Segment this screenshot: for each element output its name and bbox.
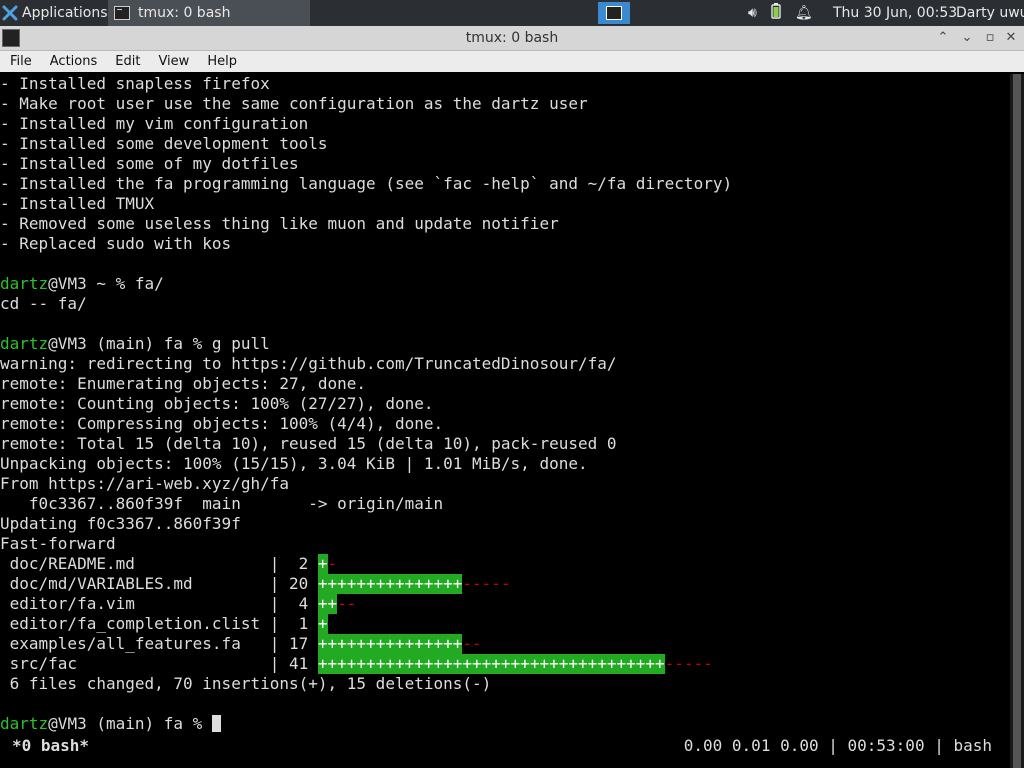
diffstat-deletions: -	[327, 554, 338, 573]
prompt-user: dartz	[0, 714, 49, 733]
prompt-command: @VM3 ~ % fa/	[48, 274, 164, 293]
diffstat-deletions: -----	[462, 574, 511, 593]
output-line: - Installed some development tools	[0, 134, 328, 153]
output-line: - Installed snapless firefox	[0, 74, 270, 93]
taskbar-item-label: tmux: 0 bash	[138, 5, 231, 21]
diffstat-count: | 2	[269, 554, 318, 573]
menu-actions[interactable]: Actions	[40, 54, 106, 69]
prompt-line: dartz@VM3 ~ % fa/	[0, 274, 1010, 294]
diffstat-count: | 41	[269, 654, 318, 673]
diffstat-deletions: --	[337, 594, 357, 613]
user-menu[interactable]: Darty uwu	[956, 0, 1024, 26]
diffstat-insertions: ++	[317, 594, 338, 614]
output-line: - Replaced sudo with kos	[0, 234, 232, 253]
battery-icon[interactable]	[771, 3, 781, 23]
output-line: Unpacking objects: 100% (15/15), 3.04 Ki…	[0, 454, 588, 473]
menu-help[interactable]: Help	[197, 54, 245, 69]
output-line: From https://ari-web.xyz/gh/fa	[0, 474, 289, 493]
output-line: - Removed some useless thing like muon a…	[0, 214, 559, 233]
terminal-icon	[114, 6, 130, 20]
close-button[interactable]: ✕	[1000, 26, 1022, 50]
diffstat-row: editor/fa.vim | 4 ++ --	[0, 594, 1010, 614]
prompt-user: dartz	[0, 274, 49, 293]
clock[interactable]: Thu 30 Jun, 00:53	[833, 0, 957, 26]
output-line: Fast-forward	[0, 534, 116, 553]
diffstat-count: | 20	[269, 574, 318, 593]
diffstat-deletions: --	[462, 634, 482, 653]
diffstat-deletions: -----	[664, 654, 713, 673]
volume-icon[interactable]: 🔊︎	[748, 5, 757, 21]
output-line: f0c3367..860f39f main -> origin/main	[0, 494, 444, 513]
diffstat-row: editor/fa_completion.clist | 1 +	[0, 614, 1010, 634]
diffstat-count: | 1	[269, 614, 318, 633]
output-line: remote: Compressing objects: 100% (4/4),…	[0, 414, 444, 433]
output-line: cd -- fa/	[0, 294, 87, 313]
workspace-switcher[interactable]	[598, 2, 630, 24]
system-tray: 🔊︎ 🔔︎	[748, 0, 827, 26]
diffstat-count: | 17	[269, 634, 318, 653]
prompt-command: @VM3 (main) fa % g pull	[48, 334, 270, 353]
prompt-line: dartz@VM3 (main) fa % g pull	[0, 334, 1010, 354]
tmux-status-right: 0.00 0.01 0.00 | 00:53:00 | bash	[683, 736, 992, 755]
diffstat-summary: 6 files changed, 70 insertions(+), 15 de…	[0, 674, 492, 693]
output-line: - Make root user use the same configurat…	[0, 94, 588, 113]
prompt-user: dartz	[0, 334, 49, 353]
window-title: tmux: 0 bash	[465, 30, 559, 46]
scrollbar-thumb[interactable]	[1013, 74, 1021, 768]
output-line: - Installed TMUX	[0, 194, 155, 213]
output-line: Updating f0c3367..860f39f	[0, 514, 241, 533]
taskbar-item-tmux[interactable]: tmux: 0 bash	[108, 0, 310, 26]
output-line: - Installed some of my dotfiles	[0, 154, 299, 173]
diffstat-insertions: +	[317, 614, 328, 634]
output-line: - Installed my vim configuration	[0, 114, 309, 133]
diffstat-insertions: +++++++++++++++	[317, 574, 463, 594]
menu-view[interactable]: View	[148, 54, 197, 69]
diffstat-file: doc/README.md	[0, 554, 270, 573]
diffstat-file: editor/fa_completion.clist	[0, 614, 270, 633]
diffstat-insertions: +	[317, 554, 328, 574]
menu-file[interactable]: File	[0, 54, 40, 69]
terminal-output[interactable]: - Installed snapless firefox - Make root…	[0, 74, 1010, 768]
window-titlebar[interactable]: tmux: 0 bash ⌃ ⌄ ▫ ✕	[0, 26, 1024, 51]
applications-label: Applications	[22, 5, 108, 21]
diffstat-file: editor/fa.vim	[0, 594, 270, 613]
diffstat-row: doc/README.md | 2 + -	[0, 554, 1010, 574]
shade-button[interactable]: ⌃	[932, 26, 954, 50]
tmux-window-tab[interactable]: *0 bash*	[12, 736, 89, 755]
diffstat-file: doc/md/VARIABLES.md	[0, 574, 270, 593]
output-line: warning: redirecting to https://github.c…	[0, 354, 617, 373]
terminal-icon	[606, 6, 622, 20]
top-panel: Applications tmux: 0 bash 🔊︎ 🔔︎ Thu 30 J…	[0, 0, 1024, 26]
minimize-button[interactable]: ⌄	[956, 26, 978, 50]
xfce-logo-icon	[2, 5, 18, 21]
diffstat-insertions: ++++++++++++++++++++++++++++++++++++	[317, 654, 665, 674]
diffstat-file: src/fac	[0, 654, 270, 673]
diffstat-row: doc/md/VARIABLES.md | 20 +++++++++++++++…	[0, 574, 1010, 594]
prompt-command: @VM3 (main) fa %	[48, 714, 212, 733]
applications-menu[interactable]: Applications	[0, 0, 108, 26]
diffstat-count: | 4	[269, 594, 318, 613]
notification-bell-icon[interactable]: 🔔︎	[795, 5, 813, 21]
menubar: File Actions Edit View Help	[0, 51, 1024, 72]
text-cursor	[211, 715, 221, 732]
tmux-status-bar: *0 bash* 0.00 0.01 0.00 | 00:53:00 | bas…	[0, 734, 1010, 756]
menu-edit[interactable]: Edit	[105, 54, 148, 69]
diffstat-row: src/fac | 41 +++++++++++++++++++++++++++…	[0, 654, 1010, 674]
diffstat-file: examples/all_features.fa	[0, 634, 270, 653]
output-line: remote: Counting objects: 100% (27/27), …	[0, 394, 434, 413]
diffstat-row: examples/all_features.fa | 17 ++++++++++…	[0, 634, 1010, 654]
maximize-button[interactable]: ▫	[979, 26, 1001, 50]
output-line: remote: Total 15 (delta 10), reused 15 (…	[0, 434, 617, 453]
output-line: remote: Enumerating objects: 27, done.	[0, 374, 367, 393]
terminal-scrollbar[interactable]	[1010, 74, 1024, 768]
diffstat-insertions: +++++++++++++++	[317, 634, 463, 654]
active-prompt[interactable]: dartz@VM3 (main) fa %	[0, 714, 1010, 734]
output-line: - Installed the fa programming language …	[0, 174, 733, 193]
